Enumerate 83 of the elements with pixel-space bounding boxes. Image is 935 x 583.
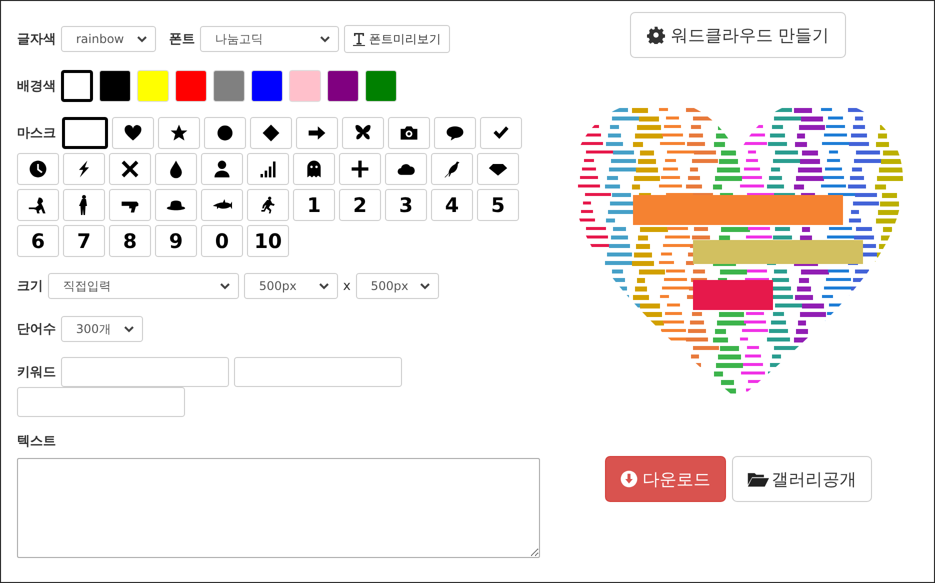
caret-icon — [137, 36, 147, 42]
mask-button[interactable] — [158, 117, 200, 149]
mask-button[interactable] — [477, 153, 519, 185]
number-mask-button[interactable]: 7 — [63, 225, 105, 257]
mask-button[interactable] — [247, 153, 289, 185]
size-label: 크기 — [17, 278, 43, 295]
keyword-field[interactable] — [17, 387, 185, 417]
number-mask-button[interactable]: 4 — [431, 189, 473, 221]
mask-button[interactable] — [434, 117, 476, 149]
size-preset-select[interactable]: 직접입력 — [48, 273, 239, 299]
caret-icon — [220, 282, 230, 290]
number-mask-button[interactable]: 3 — [385, 189, 427, 221]
mask-button[interactable] — [431, 153, 473, 185]
text-label: 텍스트 — [17, 433, 57, 450]
bird-icon — [442, 159, 462, 179]
color-swatch[interactable] — [61, 70, 93, 102]
keyword-field[interactable] — [234, 357, 402, 387]
mask-button[interactable] — [247, 189, 289, 221]
mask-button[interactable] — [204, 117, 246, 149]
mask-button[interactable] — [201, 189, 243, 221]
mask-button[interactable] — [155, 153, 197, 185]
background-color-label: 배경색 — [17, 78, 56, 95]
caret-icon — [124, 326, 134, 332]
plus-icon — [350, 159, 370, 179]
person-icon — [212, 159, 232, 179]
mask-button[interactable] — [293, 153, 335, 185]
mask-label: 마스크 — [17, 125, 57, 143]
mask-button[interactable] — [339, 153, 381, 185]
mask-button[interactable] — [388, 117, 430, 149]
make-word-cloud-button[interactable]: 워드클라우드 만들기 — [630, 12, 846, 58]
clock-icon — [28, 159, 48, 179]
width-select[interactable]: 500px — [244, 273, 338, 299]
circle-icon — [215, 123, 235, 143]
mask-button[interactable] — [109, 153, 151, 185]
mask-button[interactable] — [155, 189, 197, 221]
mask-button[interactable] — [63, 189, 105, 221]
word-count-label: 단어수 — [17, 321, 56, 338]
signal-icon — [258, 159, 278, 179]
figure-icon — [79, 195, 89, 215]
mask-button[interactable] — [17, 189, 59, 221]
number-mask-button[interactable]: 6 — [17, 225, 59, 257]
number-mask-button[interactable]: 1 — [293, 189, 335, 221]
download-icon — [620, 470, 638, 488]
settings-icon — [646, 26, 665, 44]
text-icon — [353, 32, 365, 46]
star-icon — [169, 123, 189, 143]
mask-button[interactable] — [112, 117, 154, 149]
text-color-select[interactable]: rainbow — [61, 26, 156, 52]
size-separator: x — [343, 278, 351, 294]
caret-icon — [420, 282, 430, 290]
number-mask-button[interactable]: 10 — [247, 225, 289, 257]
download-button[interactable]: 다운로드 — [604, 456, 726, 502]
blank-mask-button[interactable] — [62, 117, 108, 149]
caret-icon — [320, 36, 330, 42]
font-select[interactable]: 나눔고딕 — [200, 26, 339, 52]
mask-button[interactable] — [480, 117, 522, 149]
number-mask-button[interactable]: 9 — [155, 225, 197, 257]
mask-button[interactable] — [109, 189, 151, 221]
mask-button[interactable] — [17, 153, 59, 185]
number-mask-button[interactable]: 5 — [477, 189, 519, 221]
font-preview-button[interactable]: 폰트미리보기 — [344, 25, 450, 53]
folder-icon — [746, 470, 768, 488]
keyword-label: 키워드 — [17, 364, 56, 381]
diamond-icon — [261, 123, 281, 143]
font-label: 폰트 — [169, 31, 195, 48]
mask-button[interactable] — [342, 117, 384, 149]
mask-button[interactable] — [201, 153, 243, 185]
mask-button[interactable] — [296, 117, 338, 149]
caret-icon — [319, 282, 329, 290]
keyword-field[interactable] — [61, 357, 229, 387]
heart-icon — [123, 123, 143, 143]
gallery-publish-button[interactable]: 갤러리공개 — [732, 456, 872, 502]
mask-button[interactable] — [385, 153, 427, 185]
text-color-label: 글자색 — [17, 31, 56, 48]
mask-button[interactable] — [63, 153, 105, 185]
number-mask-button[interactable]: 8 — [109, 225, 151, 257]
text-field[interactable] — [17, 458, 540, 558]
word-count-select[interactable]: 300개 — [61, 316, 143, 342]
number-mask-button[interactable]: 0 — [201, 225, 243, 257]
mask-button[interactable] — [250, 117, 292, 149]
number-mask-button[interactable]: 2 — [339, 189, 381, 221]
height-select[interactable]: 500px — [356, 273, 439, 299]
cross-icon — [120, 159, 140, 179]
